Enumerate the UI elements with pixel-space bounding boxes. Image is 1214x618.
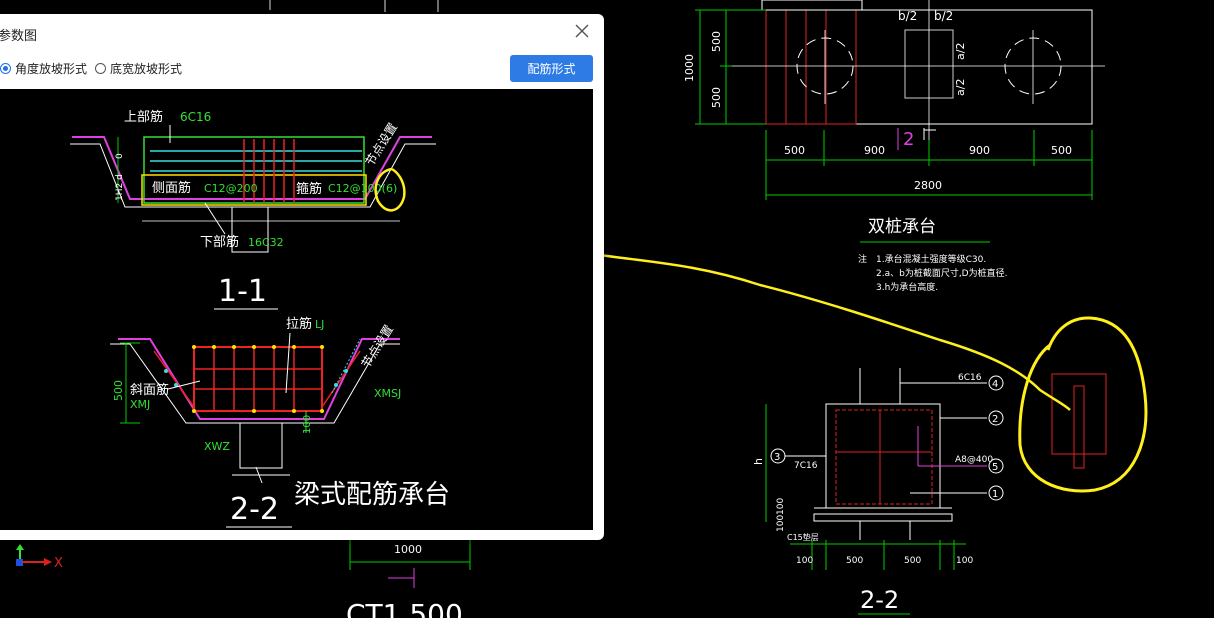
svg-text:1H2 d: 1H2 d (115, 174, 125, 201)
svg-text:500: 500 (710, 31, 723, 52)
axis-indicator: X (16, 544, 63, 571)
svg-text:A8@400: A8@400 (955, 455, 993, 465)
radio-width-slope[interactable]: 底宽放坡形式 (95, 60, 182, 77)
svg-text:C12@200: C12@200 (204, 182, 258, 195)
svg-text:1: 1 (992, 489, 998, 500)
svg-text:7C16: 7C16 (794, 461, 818, 471)
bottom-middle-dims: 1000 CT1 500 (346, 540, 471, 618)
svg-text:500: 500 (1051, 144, 1072, 157)
svg-text:2: 2 (992, 414, 998, 425)
double-pile-title: 双桩承台 注 1.承台混凝土强度等级C30. 2.a、b为桩截面尺寸,D为桩直径… (858, 217, 1007, 293)
svg-text:LJ: LJ (315, 318, 324, 331)
svg-text:b/2: b/2 (934, 9, 953, 23)
svg-text:斜面筋: 斜面筋 (130, 382, 169, 398)
svg-text:双桩承台: 双桩承台 (868, 217, 936, 237)
top-plan-drawing: b/2 b/2 a/2 a/2 1000 500 500 2 500 900 9… (683, 0, 1105, 200)
slope-mode-radio-group: 角度放坡形式 底宽放坡形式 (0, 60, 190, 77)
radio-width-slope-label: 底宽放坡形式 (110, 62, 183, 76)
svg-text:上部筋: 上部筋 (124, 109, 163, 125)
svg-text:4: 4 (992, 379, 998, 390)
svg-text:100: 100 (796, 556, 813, 566)
close-icon[interactable] (572, 21, 592, 41)
svg-text:100: 100 (302, 415, 313, 434)
svg-text:0: 0 (115, 153, 125, 159)
svg-text:CT1 500: CT1 500 (346, 598, 463, 618)
svg-text:2.a、b为桩截面尺寸,D为桩直径.: 2.a、b为桩截面尺寸,D为桩直径. (876, 267, 1007, 279)
section-1-1-drawing: 0 1H2 d 上部筋 6C16 侧面筋 C12@200 箍筋 C12@100(… (70, 109, 436, 310)
svg-text:XMSJ: XMSJ (374, 387, 401, 400)
svg-text:16C32: 16C32 (248, 236, 284, 249)
svg-text:2-2: 2-2 (860, 586, 899, 614)
svg-text:100: 100 (776, 498, 786, 515)
pile-cap-highlight (1018, 316, 1148, 493)
radio-angle-slope[interactable]: 角度放坡形式 (0, 60, 87, 77)
svg-text:拉筋: 拉筋 (286, 316, 312, 332)
svg-text:100: 100 (956, 556, 973, 566)
svg-text:节点设置: 节点设置 (359, 322, 396, 370)
radio-selected-icon[interactable] (0, 63, 11, 74)
svg-text:2: 2 (903, 129, 914, 150)
svg-text:500: 500 (710, 87, 723, 108)
radio-unselected-icon[interactable] (95, 63, 107, 74)
svg-text:C15垫层: C15垫层 (787, 532, 819, 542)
svg-text:900: 900 (864, 144, 885, 157)
svg-text:500: 500 (784, 144, 805, 157)
svg-text:6C16: 6C16 (180, 110, 211, 124)
svg-text:6C16: 6C16 (958, 373, 982, 383)
svg-text:b/2: b/2 (898, 9, 917, 23)
svg-text:500: 500 (846, 556, 863, 566)
svg-text:2-2: 2-2 (230, 492, 279, 527)
svg-text:注: 注 (858, 253, 867, 265)
svg-text:3: 3 (774, 452, 780, 463)
svg-text:h: h (752, 458, 765, 465)
svg-text:1.承台混凝土强度等级C30.: 1.承台混凝土强度等级C30. (876, 253, 986, 265)
dialog-title: 参数图 (0, 28, 38, 43)
parameter-drawing-canvas: 0 1H2 d 上部筋 6C16 侧面筋 C12@200 箍筋 C12@100(… (0, 89, 593, 530)
svg-text:1000: 1000 (394, 543, 422, 556)
svg-text:2800: 2800 (914, 179, 942, 192)
svg-text:500: 500 (904, 556, 921, 566)
svg-text:C12@100(6): C12@100(6) (328, 182, 397, 195)
svg-text:100: 100 (776, 515, 786, 532)
svg-text:3.h为承台高度.: 3.h为承台高度. (876, 281, 938, 293)
svg-text:下部筋: 下部筋 (200, 234, 239, 250)
svg-text:侧面筋: 侧面筋 (152, 180, 191, 196)
svg-text:900: 900 (969, 144, 990, 157)
section-2-2-drawing: 500 100 拉筋 LJ 斜面筋 XMJ XMSJ XWZ 节点设置 2-2 … (110, 316, 450, 528)
svg-text:箍筋: 箍筋 (296, 181, 322, 197)
radio-angle-slope-label: 角度放坡形式 (15, 62, 88, 76)
svg-text:1000: 1000 (683, 54, 696, 82)
rebar-form-button[interactable]: 配筋形式 (510, 55, 593, 82)
svg-text:a/2: a/2 (954, 43, 967, 60)
svg-text:梁式配筋承台: 梁式配筋承台 (294, 480, 450, 510)
parameter-dialog: 参数图 角度放坡形式 底宽放坡形式 配筋形式 0 1H2 d 上部筋 6C16 … (0, 14, 604, 540)
svg-text:a/2: a/2 (954, 79, 967, 96)
svg-text:X: X (54, 556, 63, 571)
svg-text:节点设置: 节点设置 (363, 120, 400, 168)
svg-text:XWZ: XWZ (204, 440, 230, 453)
svg-text:1-1: 1-1 (218, 274, 267, 309)
svg-text:XMJ: XMJ (130, 398, 150, 411)
svg-text:500: 500 (112, 380, 125, 401)
section-2-2-detail: 4 6C16 2 5 A8@400 1 3 7C16 h 100 100 C15… (752, 368, 1004, 615)
